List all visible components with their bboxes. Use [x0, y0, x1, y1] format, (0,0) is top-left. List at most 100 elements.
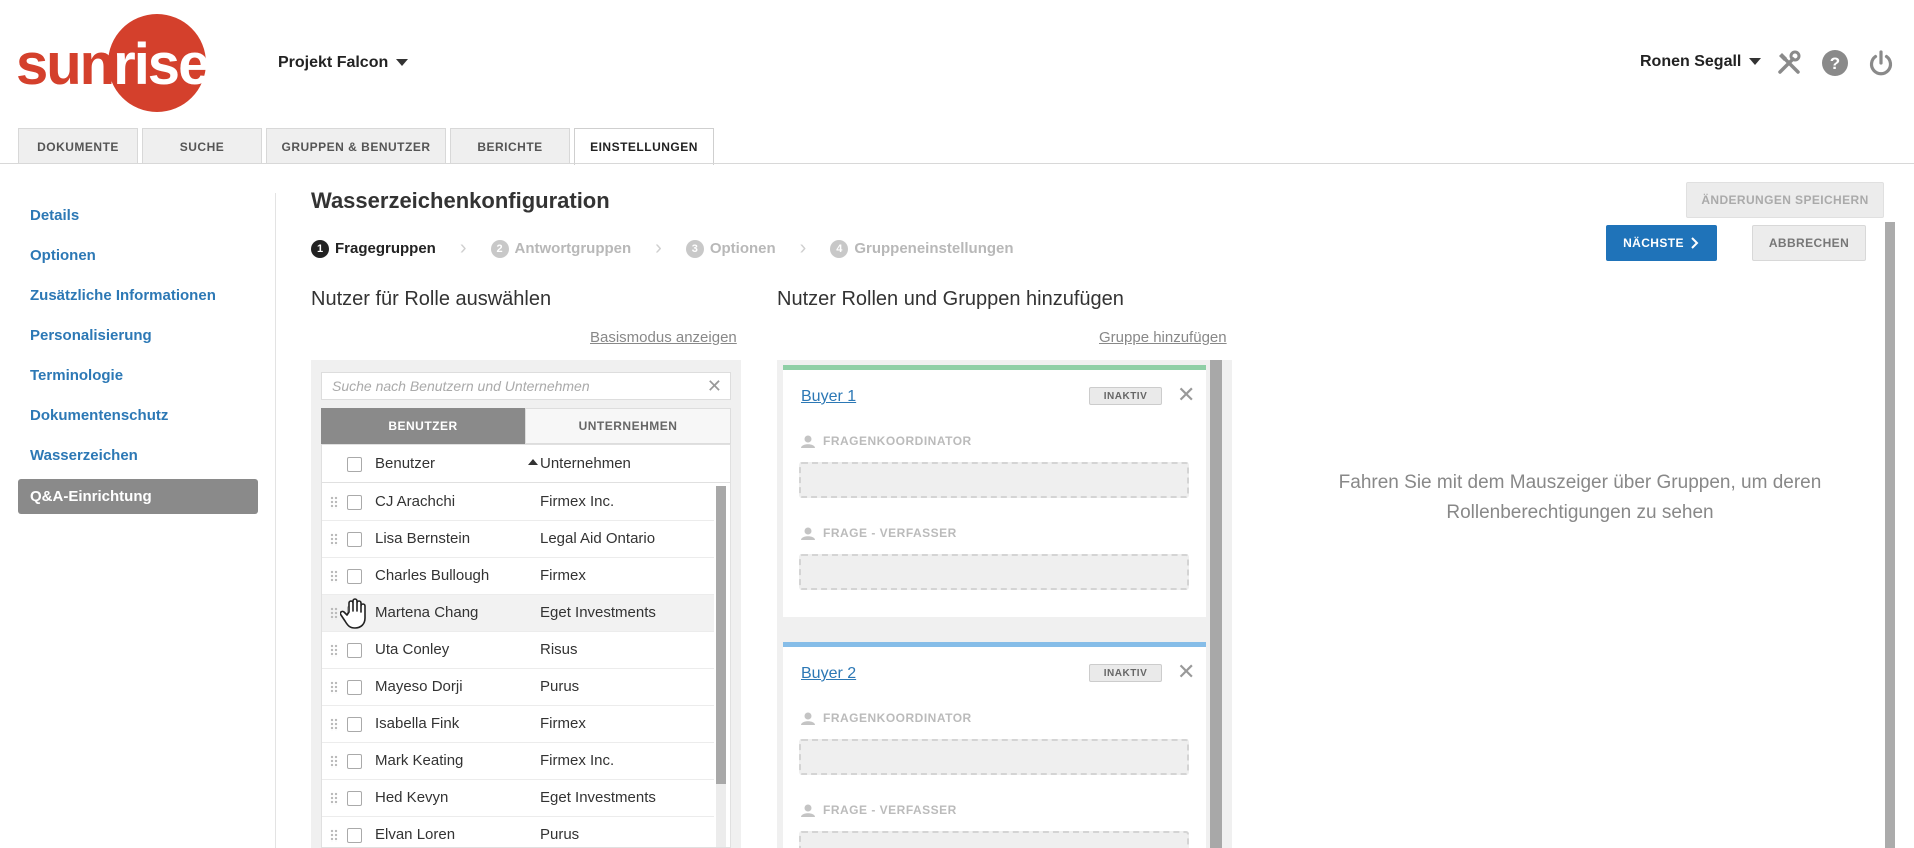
- row-checkbox[interactable]: [347, 495, 362, 510]
- drag-handle-icon[interactable]: [330, 829, 338, 842]
- tab-suche[interactable]: SUCHE: [142, 128, 262, 164]
- groups-scrollbar[interactable]: [1210, 360, 1222, 848]
- drag-handle-icon[interactable]: [330, 681, 338, 694]
- drag-handle-icon[interactable]: [330, 792, 338, 805]
- cell-user: Charles Bullough: [375, 567, 490, 584]
- sidebar-item-terminologie[interactable]: Terminologie: [18, 355, 258, 395]
- sidebar-item-qa-einrichtung[interactable]: Q&A-Einrichtung: [18, 479, 258, 514]
- row-checkbox[interactable]: [347, 717, 362, 732]
- role-drop-zone[interactable]: [799, 831, 1189, 848]
- basic-mode-link[interactable]: Basismodus anzeigen: [590, 329, 737, 346]
- column-header-unternehmen[interactable]: Unternehmen: [540, 455, 631, 472]
- row-checkbox[interactable]: [347, 532, 362, 547]
- table-row[interactable]: Uta Conley Risus: [322, 632, 714, 669]
- select-all-checkbox[interactable]: [347, 457, 362, 472]
- drag-handle-icon[interactable]: [330, 718, 338, 731]
- row-checkbox[interactable]: [347, 569, 362, 584]
- table-row[interactable]: Lisa Bernstein Legal Aid Ontario: [322, 521, 714, 558]
- tab-einstellungen[interactable]: EINSTELLUNGEN: [574, 128, 714, 165]
- close-icon[interactable]: ✕: [1177, 659, 1195, 685]
- tab-dokumente[interactable]: DOKUMENTE: [18, 128, 138, 164]
- save-changes-button[interactable]: ÄNDERUNGEN SPEICHERN: [1686, 182, 1884, 218]
- role-drop-zone[interactable]: [799, 739, 1189, 775]
- cell-company: Firmex: [540, 567, 586, 584]
- chevron-right-icon: ›: [459, 237, 467, 259]
- role-name: FRAGENKOORDINATOR: [823, 711, 972, 725]
- group-name-link[interactable]: Buyer 1: [801, 388, 856, 406]
- sunrise-logo[interactable]: sunrise: [16, 14, 216, 112]
- table-row[interactable]: Mark Keating Firmex Inc.: [322, 743, 714, 780]
- drag-handle-icon[interactable]: [330, 496, 338, 509]
- group-card[interactable]: Buyer 2 INAKTIV ✕ FRAGENKOORDINATOR FRAG…: [783, 642, 1206, 848]
- search-input[interactable]: Suche nach Benutzern und Unternehmen ✕: [321, 372, 731, 400]
- column-header-benutzer[interactable]: Benutzer: [375, 455, 435, 472]
- cell-user: Uta Conley: [375, 641, 450, 658]
- close-icon[interactable]: ✕: [1177, 382, 1195, 408]
- middle-section-title: Nutzer Rollen und Gruppen hinzufügen: [777, 288, 1124, 310]
- group-card[interactable]: Buyer 1 INAKTIV ✕ FRAGENKOORDINATOR FRAG…: [783, 365, 1206, 617]
- table-row[interactable]: Charles Bullough Firmex: [322, 558, 714, 595]
- sidebar-item-details[interactable]: Details: [18, 195, 258, 235]
- row-checkbox[interactable]: [347, 828, 362, 843]
- svg-text:?: ?: [1830, 54, 1840, 73]
- step-gruppeneinstellungen[interactable]: 4 Gruppeneinstellungen: [830, 239, 1014, 258]
- table-row[interactable]: Mayeso Dorji Purus: [322, 669, 714, 706]
- role-label: FRAGENKOORDINATOR: [801, 434, 972, 448]
- scrollbar-thumb[interactable]: [1210, 360, 1222, 848]
- cell-company: Firmex Inc.: [540, 752, 615, 769]
- add-group-link[interactable]: Gruppe hinzufügen: [1099, 329, 1227, 346]
- group-name-link[interactable]: Buyer 2: [801, 665, 856, 683]
- row-checkbox[interactable]: [347, 643, 362, 658]
- row-checkbox[interactable]: [347, 791, 362, 806]
- left-section-title: Nutzer für Rolle auswählen: [311, 288, 552, 310]
- sidebar-item-wasserzeichen[interactable]: Wasserzeichen: [18, 435, 258, 475]
- power-icon[interactable]: [1866, 48, 1896, 78]
- user-picker-panel: Suche nach Benutzern und Unternehmen ✕ BE…: [311, 360, 741, 848]
- table-row[interactable]: Isabella Fink Firmex: [322, 706, 714, 743]
- tab-berichte[interactable]: BERICHTE: [450, 128, 570, 164]
- drag-handle-icon[interactable]: [330, 755, 338, 768]
- drag-handle-icon[interactable]: [330, 533, 338, 546]
- step-optionen[interactable]: 3 Optionen: [685, 239, 776, 258]
- clear-search-icon[interactable]: ✕: [707, 376, 722, 397]
- cell-company: Eget Investments: [540, 789, 656, 806]
- sidebar-item-optionen[interactable]: Optionen: [18, 235, 258, 275]
- role-drop-zone[interactable]: [799, 554, 1189, 590]
- tab-benutzer[interactable]: BENUTZER: [321, 408, 525, 444]
- table-scrollbar[interactable]: [716, 486, 726, 847]
- chevron-right-icon: ›: [799, 237, 807, 259]
- role-drop-zone[interactable]: [799, 462, 1189, 498]
- row-checkbox[interactable]: [347, 680, 362, 695]
- role-name: FRAGENKOORDINATOR: [823, 434, 972, 448]
- cell-user: Lisa Bernstein: [375, 530, 471, 547]
- tab-unternehmen[interactable]: UNTERNEHMEN: [525, 408, 731, 444]
- table-row[interactable]: CJ Arachchi Firmex Inc.: [322, 484, 714, 521]
- page-scrollbar[interactable]: [1885, 222, 1895, 848]
- step-number: 3: [685, 239, 704, 258]
- project-selector[interactable]: Projekt Falcon: [278, 54, 409, 72]
- sidebar-item-dokumentenschutz[interactable]: Dokumentenschutz: [18, 395, 258, 435]
- scrollbar-thumb[interactable]: [716, 486, 726, 784]
- help-icon[interactable]: ?: [1820, 48, 1850, 78]
- tools-icon[interactable]: [1774, 48, 1804, 78]
- tab-gruppen-benutzer[interactable]: GRUPPEN & BENUTZER: [266, 128, 446, 164]
- step-antwortgruppen[interactable]: 2 Antwortgruppen: [490, 239, 631, 258]
- step-fragegruppen[interactable]: 1 Fragegruppen: [311, 239, 436, 258]
- drag-handle-icon[interactable]: [330, 570, 338, 583]
- cancel-button[interactable]: ABBRECHEN: [1752, 225, 1866, 261]
- user-menu[interactable]: Ronen Segall: [1640, 53, 1762, 71]
- table-row[interactable]: Hed Kevyn Eget Investments: [322, 780, 714, 817]
- drag-handle-icon[interactable]: [330, 644, 338, 657]
- sidebar-item-zusaetzliche-informationen[interactable]: Zusätzliche Informationen: [18, 275, 258, 315]
- settings-sidebar: Details Optionen Zusätzliche Information…: [18, 195, 258, 514]
- next-button[interactable]: NÄCHSTE: [1606, 225, 1717, 261]
- sort-ascending-icon: [528, 459, 538, 465]
- row-checkbox[interactable]: [347, 754, 362, 769]
- drag-handle-icon[interactable]: [330, 607, 338, 620]
- sidebar-item-personalisierung[interactable]: Personalisierung: [18, 315, 258, 355]
- table-row[interactable]: Elvan Loren Purus: [322, 817, 714, 847]
- sidebar-divider: [275, 193, 276, 848]
- picker-subtabs: BENUTZER UNTERNEHMEN: [321, 408, 731, 444]
- table-row[interactable]: Martena Chang Eget Investments: [322, 595, 714, 632]
- groups-panel: Buyer 1 INAKTIV ✕ FRAGENKOORDINATOR FRAG…: [777, 360, 1232, 848]
